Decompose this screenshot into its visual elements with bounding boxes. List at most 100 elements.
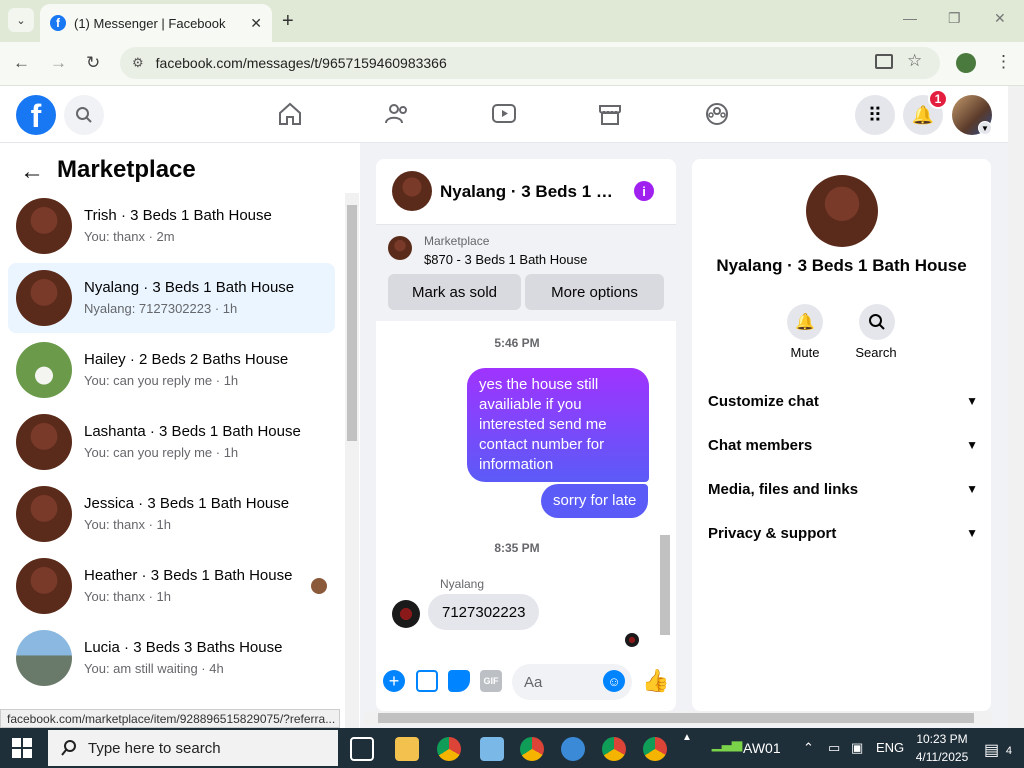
grid-icon: ⠿ — [867, 104, 883, 127]
conversation-name: Trish · 3 Beds 1 Bath House — [84, 207, 272, 224]
chat-thumbnail[interactable] — [392, 171, 432, 211]
video-icon[interactable] — [490, 100, 518, 128]
chat-members-row[interactable]: Chat members ▼ — [708, 433, 978, 457]
chevron-up-icon[interactable]: ▲ — [682, 732, 692, 743]
read-receipt-avatar — [625, 633, 639, 647]
conversation-name: Hailey · 2 Beds 2 Baths House — [84, 351, 289, 368]
chrome-profile-icon[interactable] — [602, 737, 626, 761]
windows-start-icon[interactable] — [12, 738, 32, 758]
menu-grid-button[interactable]: ⠿ — [855, 95, 895, 135]
install-app-icon[interactable] — [875, 54, 893, 69]
mute-label: Mute — [790, 345, 820, 360]
chevron-down-icon: ▼ — [966, 526, 978, 540]
chevron-down-icon[interactable]: ▼ — [978, 121, 992, 135]
mute-button[interactable]: 🔔 — [787, 304, 823, 340]
signal-bars-icon[interactable]: ▁▃▅ — [712, 736, 742, 752]
task-view-icon[interactable] — [350, 737, 374, 761]
customize-chat-row[interactable]: Customize chat ▼ — [708, 389, 978, 413]
mark-as-sold-button[interactable]: Mark as sold — [388, 274, 521, 310]
reload-button[interactable]: ↻ — [86, 53, 100, 73]
tab-search-button[interactable]: ⌄ — [8, 8, 34, 32]
panel-title: Marketplace — [57, 156, 196, 183]
outgoing-message[interactable]: yes the house still availiable if you in… — [467, 368, 649, 482]
list-item[interactable]: Trish · 3 Beds 1 Bath House You: thanx ·… — [8, 191, 335, 261]
row-label: Chat members — [708, 436, 813, 454]
url-text: facebook.com/messages/t/9657159460983366 — [155, 55, 447, 71]
clock-date[interactable]: 4/11/2025 — [912, 750, 972, 764]
info-icon[interactable]: i — [634, 181, 654, 201]
browser-tab[interactable]: f (1) Messenger | Facebook ✕ — [40, 4, 272, 42]
back-arrow-icon[interactable]: ← — [20, 158, 44, 186]
browser-menu-icon[interactable]: ⋮ — [995, 52, 1012, 72]
bell-icon: 🔔 — [911, 104, 935, 125]
media-files-row[interactable]: Media, files and links ▼ — [708, 477, 978, 501]
window-close-button[interactable]: ✕ — [994, 10, 1006, 27]
scrollbar-thumb[interactable] — [347, 205, 357, 441]
back-button[interactable]: ← — [13, 53, 30, 73]
sender-avatar[interactable] — [392, 600, 420, 628]
paint-icon[interactable] — [480, 737, 504, 761]
file-explorer-icon[interactable] — [395, 737, 419, 761]
plus-icon[interactable]: + — [383, 670, 405, 692]
outgoing-message[interactable]: sorry for late — [541, 484, 649, 518]
list-item[interactable]: Jessica · 3 Beds 1 Bath House You: thanx… — [8, 479, 335, 549]
list-item[interactable]: Lucia · 3 Beds 3 Baths House You: am sti… — [8, 623, 335, 693]
list-item[interactable]: Heather · 3 Beds 1 Bath House You: thanx… — [8, 551, 335, 621]
conversation-preview: You: can you reply me · 1h — [84, 373, 239, 388]
tray-app-label[interactable]: AW01 — [743, 740, 781, 756]
restore-button[interactable]: ❐ — [948, 10, 961, 27]
chrome-icon[interactable] — [437, 737, 461, 761]
photo-icon[interactable] — [416, 670, 438, 692]
network-icon[interactable]: ▣ — [851, 740, 863, 756]
meet-now-icon[interactable]: ▭ — [828, 740, 840, 756]
bookmark-star-icon[interactable]: ☆ — [907, 51, 922, 71]
friends-icon[interactable] — [383, 100, 411, 128]
list-item[interactable]: Nyalang · 3 Beds 1 Bath House Nyalang: 7… — [8, 263, 335, 333]
list-item[interactable]: Lashanta · 3 Beds 1 Bath House You: can … — [8, 407, 335, 477]
site-info-icon[interactable]: ⚙ — [132, 55, 144, 71]
browser-profile-icon[interactable] — [956, 53, 976, 73]
privacy-support-row[interactable]: Privacy & support ▼ — [708, 521, 978, 545]
address-bar[interactable]: ⚙ facebook.com/messages/t/96571594609833… — [120, 47, 940, 79]
chat-title[interactable]: Nyalang · 3 Beds 1 B... — [440, 182, 620, 202]
home-icon[interactable] — [276, 100, 304, 128]
notification-count: 4 — [1005, 745, 1012, 757]
banner-price[interactable]: $870 - 3 Beds 1 Bath House — [424, 252, 587, 267]
taskbar-search[interactable]: Type here to search — [48, 730, 338, 766]
listing-photo — [806, 175, 878, 247]
marketplace-icon[interactable] — [596, 100, 624, 128]
chrome-profile-icon[interactable] — [643, 737, 667, 761]
internet-explorer-icon[interactable] — [561, 737, 585, 761]
facebook-favicon-icon: f — [50, 15, 66, 31]
list-item[interactable]: Hailey · 2 Beds 2 Baths House You: can y… — [8, 335, 335, 405]
forward-button[interactable]: → — [50, 53, 67, 73]
close-icon[interactable]: ✕ — [250, 15, 262, 32]
conversation-name: Lucia · 3 Beds 3 Baths House — [84, 639, 283, 656]
link-status-bar: facebook.com/marketplace/item/9288965158… — [0, 709, 340, 728]
minimize-button[interactable]: — — [903, 10, 917, 26]
emoji-icon[interactable]: ☺ — [603, 670, 625, 692]
groups-icon[interactable] — [703, 100, 731, 128]
facebook-search-button[interactable] — [64, 95, 104, 135]
scrollbar-thumb[interactable] — [660, 535, 670, 635]
new-tab-button[interactable]: + — [282, 10, 294, 33]
tray-expand-icon[interactable]: ⌃ — [803, 740, 814, 756]
language-indicator[interactable]: ENG — [876, 740, 904, 755]
conversation-name: Nyalang · 3 Beds 1 Bath House — [84, 279, 295, 296]
conversation-name: Jessica · 3 Beds 1 Bath House — [84, 495, 290, 512]
incoming-message[interactable]: 7127302223 — [428, 594, 540, 630]
search-icon — [61, 740, 76, 756]
gif-icon[interactable]: GIF — [480, 670, 502, 692]
thumbs-up-icon[interactable]: 👍 — [642, 668, 669, 694]
chrome-profile-icon[interactable] — [520, 737, 544, 761]
tab-title: (1) Messenger | Facebook — [74, 15, 226, 31]
facebook-logo-icon[interactable]: f — [16, 95, 56, 135]
clock-time[interactable]: 10:23 PM — [914, 732, 970, 746]
listing-thumbnail — [16, 198, 72, 254]
conversation-name: Heather · 3 Beds 1 Bath House — [84, 567, 293, 584]
scrollbar-thumb[interactable] — [378, 713, 974, 723]
search-in-chat-button[interactable] — [859, 304, 895, 340]
seen-avatar — [311, 578, 327, 594]
more-options-button[interactable]: More options — [525, 274, 664, 310]
page-scrollbar[interactable] — [1008, 86, 1024, 728]
